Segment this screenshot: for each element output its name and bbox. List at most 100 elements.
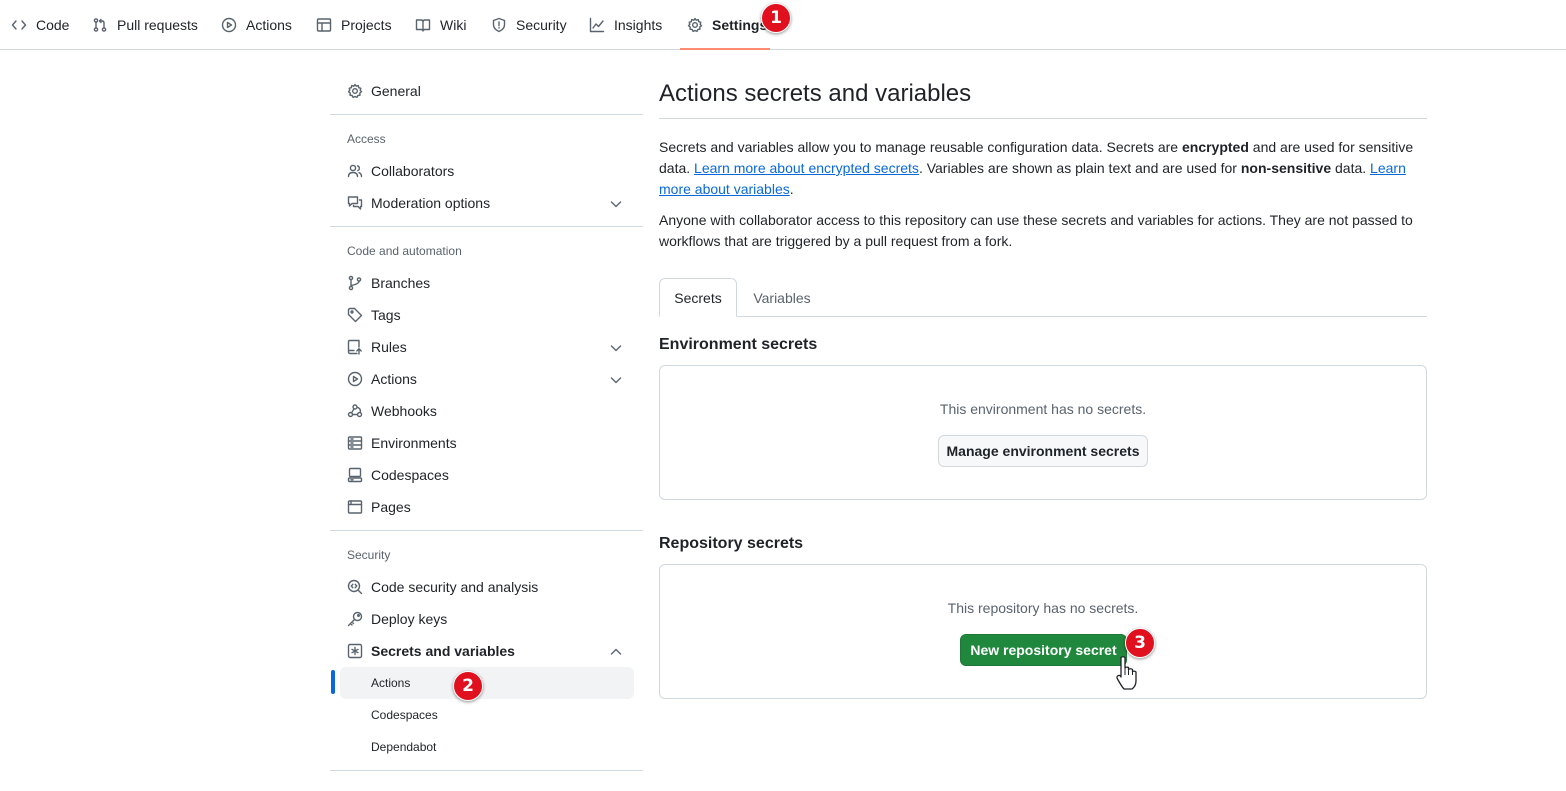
sidebar-divider (330, 114, 643, 115)
tab-wiki-label: Wiki (440, 17, 467, 33)
sidebar-item-rules[interactable]: Rules (340, 331, 634, 363)
active-item-indicator (331, 670, 335, 694)
sidebar-item-label: Moderation options (371, 195, 491, 211)
play-icon (347, 371, 363, 387)
environment-empty-message: This environment has no secrets. (939, 401, 1147, 417)
page-title: Actions secrets and variables (659, 80, 972, 107)
sidebar-divider (330, 226, 643, 227)
tab-projects-label: Projects (341, 17, 392, 33)
tab-actions[interactable]: Actions (221, 0, 292, 50)
tab-code-label: Code (36, 17, 70, 33)
sidebar-item-actions[interactable]: Actions (340, 363, 634, 395)
sidebar-subitem-label: Dependabot (371, 740, 437, 754)
step-2-badge: 2 (453, 671, 483, 701)
repo-push-icon (347, 339, 363, 355)
webhook-icon (347, 403, 363, 419)
sidebar-item-moderation-options[interactable]: Moderation options (340, 187, 634, 219)
chevron-down-icon[interactable] (608, 340, 624, 356)
access-note: Anyone with collaborator access to this … (659, 212, 1413, 249)
intro-bold-encrypted: encrypted (1181, 139, 1249, 155)
tab-insights[interactable]: Insights (589, 0, 662, 50)
gear-icon (687, 17, 703, 33)
tab-pull-requests[interactable]: Pull requests (92, 0, 198, 50)
tab-security-label: Security (516, 17, 567, 33)
sidebar-heading-code-automation: Code and automation (347, 244, 462, 258)
sidebar-heading-security: Security (347, 548, 391, 562)
sidebar-subitem-codespaces[interactable]: Codespaces (340, 699, 634, 731)
sidebar-subitem-actions[interactable]: Actions (340, 667, 634, 699)
tab-settings-label: Settings (712, 17, 768, 33)
sidebar-item-label: Webhooks (371, 403, 437, 419)
chevron-down-icon[interactable] (608, 372, 624, 388)
tab-pull-requests-label: Pull requests (117, 17, 198, 33)
sidebar-item-label: Environments (371, 435, 457, 451)
environment-secrets-heading: Environment secrets (659, 336, 818, 353)
new-repository-secret-button[interactable]: New repository secret (960, 634, 1127, 666)
intro-text: data. (1331, 160, 1371, 176)
sidebar-subitem-dependabot[interactable]: Dependabot (340, 731, 634, 763)
table-icon (316, 17, 332, 33)
code-icon (11, 17, 27, 33)
sidebar-item-label: General (371, 83, 421, 99)
sidebar-item-label: Pages (371, 499, 411, 515)
sidebar-item-environments[interactable]: Environments (340, 427, 634, 459)
comment-discussion-icon (347, 195, 363, 211)
sidebar-item-code-security[interactable]: Code security and analysis (340, 571, 634, 603)
sidebar-item-secrets-and-variables[interactable]: Secrets and variables (340, 635, 634, 667)
learn-more-secrets-link[interactable]: Learn more about encrypted secrets (694, 160, 919, 176)
sidebar-item-label: Secrets and variables (371, 643, 515, 659)
tab-variables[interactable]: Variables (742, 278, 822, 317)
repository-empty-message: This repository has no secrets. (947, 600, 1139, 616)
book-icon (415, 17, 431, 33)
tab-security[interactable]: Security (491, 0, 567, 50)
intro-bold-non-sensitive: non-sensitive (1240, 160, 1332, 176)
step-1-badge: 1 (761, 3, 791, 33)
step-3-badge: 3 (1125, 628, 1155, 658)
sidebar-heading-access: Access (347, 132, 386, 146)
sidebar-item-label: Code security and analysis (371, 579, 539, 595)
sidebar-divider (330, 530, 643, 531)
repository-secrets-box: This repository has no secrets. New repo… (659, 564, 1427, 699)
key-asterisk-icon (347, 643, 363, 659)
intro-text: Secrets and variables allow you to manag… (659, 139, 1182, 155)
sidebar-item-label: Tags (371, 307, 401, 323)
server-icon (347, 435, 363, 451)
sidebar-item-branches[interactable]: Branches (340, 267, 634, 299)
sidebar-item-label: Collaborators (371, 163, 455, 179)
tab-code[interactable]: Code (11, 0, 69, 50)
sidebar-item-general[interactable]: General (340, 75, 634, 107)
chevron-up-icon[interactable] (608, 644, 624, 660)
sidebar-item-tags[interactable]: Tags (340, 299, 634, 331)
key-icon (347, 611, 363, 627)
branch-icon (347, 275, 363, 291)
title-divider (659, 118, 1427, 119)
tab-insights-label: Insights (614, 17, 663, 33)
browser-icon (347, 499, 363, 515)
intro-paragraph: Secrets and variables allow you to manag… (659, 137, 1427, 200)
codespaces-icon (347, 467, 363, 483)
tab-secrets[interactable]: Secrets (659, 278, 737, 317)
sidebar-item-label: Actions (371, 371, 417, 387)
sidebar-item-label: Codespaces (371, 467, 449, 483)
sidebar-divider (330, 770, 643, 771)
tab-wiki[interactable]: Wiki (415, 0, 466, 50)
sidebar-item-deploy-keys[interactable]: Deploy keys (340, 603, 634, 635)
chevron-down-icon[interactable] (608, 196, 624, 212)
sidebar-item-pages[interactable]: Pages (340, 491, 634, 523)
tab-selected-underline (680, 48, 770, 50)
sidebar-item-collaborators[interactable]: Collaborators (340, 155, 634, 187)
play-icon (221, 17, 237, 33)
environment-secrets-box: This environment has no secrets. Manage … (659, 365, 1427, 500)
repository-secrets-heading: Repository secrets (659, 535, 804, 552)
shield-icon (491, 17, 507, 33)
graph-icon (589, 17, 605, 33)
intro-text: . Variables are shown as plain text and … (918, 160, 1241, 176)
hand-pointer-cursor-icon (1114, 655, 1140, 691)
tab-projects[interactable]: Projects (316, 0, 392, 50)
sidebar-item-webhooks[interactable]: Webhooks (340, 395, 634, 427)
sidebar-item-codespaces[interactable]: Codespaces (340, 459, 634, 491)
sidebar-item-label: Branches (371, 275, 431, 291)
sidebar-subitem-label: Codespaces (371, 708, 438, 722)
manage-environment-secrets-button[interactable]: Manage environment secrets (938, 435, 1148, 467)
tab-settings[interactable]: Settings (687, 0, 767, 50)
